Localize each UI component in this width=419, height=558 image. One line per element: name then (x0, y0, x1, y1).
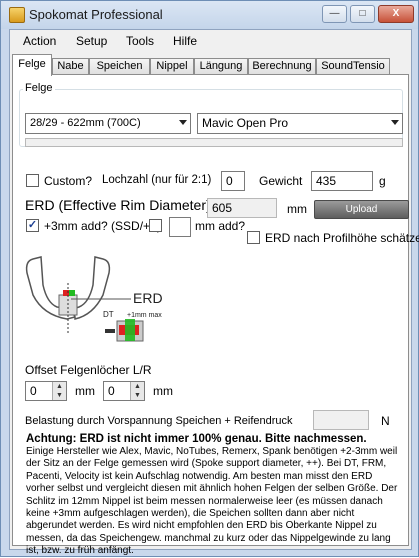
mm-add-label: mm add? (195, 219, 246, 233)
add3mm-label: +3mm add? (SSD/++) (44, 219, 162, 233)
tab-nippel[interactable]: Nippel (150, 58, 194, 75)
app-icon (9, 7, 25, 23)
erd-profil-label: ERD nach Profilhöhe schätzen (265, 231, 419, 245)
app-window: Spokomat Professional — □ X Action Setup… (0, 0, 419, 557)
lochzahl-input[interactable]: 0 (221, 171, 245, 191)
maximize-button[interactable]: □ (350, 5, 375, 23)
belastung-unit: N (381, 414, 390, 428)
tab-nabe[interactable]: Nabe (52, 58, 89, 75)
title-bar[interactable]: Spokomat Professional — □ X (1, 1, 418, 29)
erd-diagram: ERD DT +1mm max (25, 256, 163, 342)
menu-hilfe[interactable]: Hilfe (173, 34, 197, 48)
warning-heading: Achtung: ERD ist nicht immer 100% genau.… (26, 433, 367, 445)
rim-size-value: 28/29 - 622mm (700C) (30, 117, 141, 129)
erd-label: ERD (Effective Rim Diameter) (25, 197, 211, 213)
menu-tools[interactable]: Tools (126, 34, 154, 48)
dt-green-marker (125, 319, 135, 341)
tab-laengung[interactable]: Längung (194, 58, 248, 75)
gewicht-input[interactable]: 435 (311, 171, 373, 191)
erd-unit: mm (287, 202, 307, 216)
tab-soundtensio[interactable]: SoundTensio (316, 58, 390, 75)
offset-right-unit: mm (153, 384, 173, 398)
gewicht-label: Gewicht (259, 174, 303, 188)
custom-label: Custom? (44, 174, 93, 188)
tab-speichen[interactable]: Speichen (89, 58, 150, 75)
offset-right-stepper[interactable]: 0 ▲ ▼ (103, 381, 145, 401)
offset-left-value: 0 (30, 384, 37, 398)
spin-down-icon[interactable]: ▼ (130, 391, 144, 400)
tab-berechnung[interactable]: Berechnung (248, 58, 316, 75)
rim-size-select[interactable]: 28/29 - 622mm (700C) (25, 113, 191, 134)
dt-label: DT (103, 310, 114, 319)
chevron-down-icon (391, 120, 399, 125)
upload-felgenmodell-button[interactable]: Upload Felgenmodell (314, 200, 409, 232)
rim-info-bar (25, 138, 403, 147)
offset-left-unit: mm (75, 384, 95, 398)
erd-profil-checkbox[interactable] (247, 231, 260, 244)
felge-group-label: Felge (23, 82, 55, 94)
client-area: Action Setup Tools Hilfe Felge Nabe Spei… (9, 29, 419, 556)
rim-model-select[interactable]: Mavic Open Pro (197, 113, 403, 134)
warning-body: Einige Hersteller wie Alex, Mavic, NoTub… (26, 446, 398, 557)
erd-value-field: 605 (207, 198, 277, 218)
add3mm-checkbox[interactable]: ✓ (26, 219, 39, 232)
gewicht-unit: g (379, 174, 386, 188)
belastung-value-field (313, 410, 369, 430)
offset-left-stepper[interactable]: 0 ▲ ▼ (25, 381, 67, 401)
tab-felge[interactable]: Felge (12, 54, 52, 76)
custom-checkbox[interactable] (26, 174, 39, 187)
chevron-down-icon (179, 120, 187, 125)
minimize-button[interactable]: — (322, 5, 347, 23)
max-label: +1mm max (127, 312, 162, 319)
mm-add-checkbox[interactable] (149, 219, 162, 232)
belastung-label: Belastung durch Vorspannung Speichen + R… (25, 415, 293, 427)
offset-right-value: 0 (108, 384, 115, 398)
window-title: Spokomat Professional (29, 7, 163, 22)
lochzahl-label: Lochzahl (nur für 2:1) (102, 174, 212, 186)
mm-add-input[interactable] (169, 217, 191, 237)
close-button[interactable]: X (378, 5, 414, 23)
menu-action[interactable]: Action (23, 34, 56, 48)
rim-model-value: Mavic Open Pro (202, 116, 289, 130)
erd-warning-note: Achtung: ERD ist nicht immer 100% genau.… (26, 433, 400, 558)
tab-strip: Felge Nabe Speichen Nippel Längung Berec… (10, 54, 411, 76)
erd-diagram-label: ERD (133, 290, 163, 306)
spin-down-icon[interactable]: ▼ (52, 391, 66, 400)
menu-setup[interactable]: Setup (76, 34, 107, 48)
nipple-top-marker-green (69, 290, 75, 296)
dt-spoke-shape (105, 329, 115, 333)
offset-label: Offset Felgenlöcher L/R (25, 363, 152, 377)
menu-bar: Action Setup Tools Hilfe (10, 30, 411, 52)
